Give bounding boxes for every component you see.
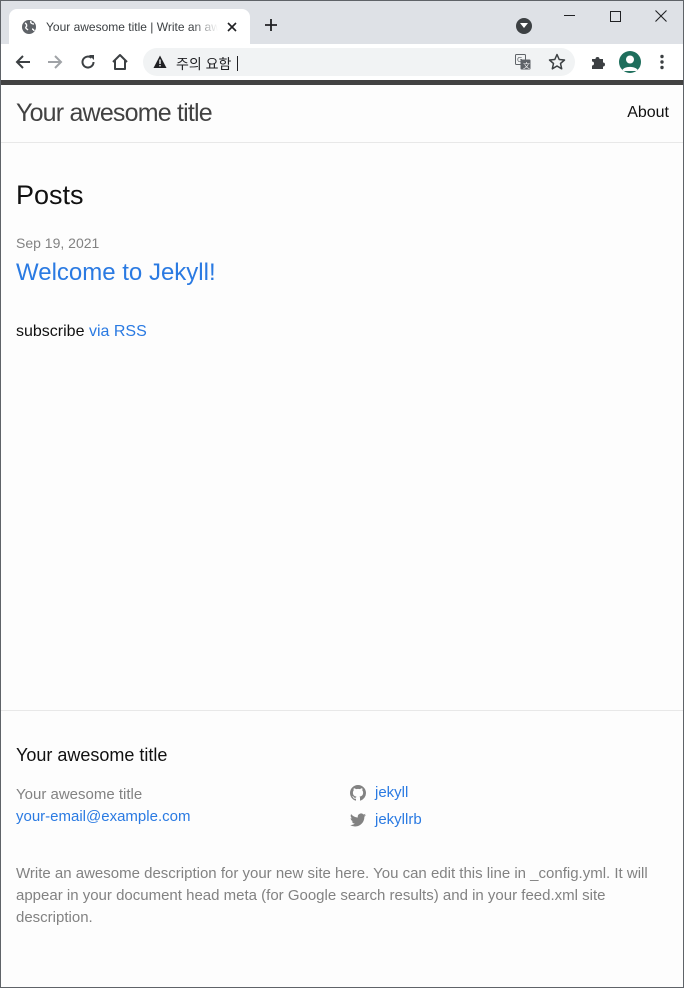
arrow-right-icon[interactable] <box>45 52 65 72</box>
home-icon[interactable] <box>110 52 130 72</box>
puzzle-icon[interactable] <box>588 52 608 72</box>
globe-icon <box>21 19 37 35</box>
maximize-button[interactable] <box>592 5 638 27</box>
svg-text:文: 文 <box>523 61 530 70</box>
star-icon[interactable] <box>548 53 566 71</box>
kebab-menu-icon[interactable] <box>652 52 672 72</box>
social-link-twitter[interactable]: jekyllrb <box>350 811 422 828</box>
rss-link[interactable]: via RSS <box>89 323 147 340</box>
social-label-github[interactable]: jekyll <box>375 784 408 801</box>
browser-window: Your awesome title | Write an awesome de… <box>0 0 684 988</box>
footer-heading: Your awesome title <box>16 745 168 765</box>
tab-strip: Your awesome title | Write an awesome de… <box>1 1 683 44</box>
address-text[interactable]: 주의 요함 <box>176 54 239 74</box>
address-bar[interactable]: 주의 요함 G文 <box>143 48 575 76</box>
svg-text:G: G <box>517 56 522 64</box>
window-close-button[interactable] <box>638 5 683 27</box>
browser-toolbar: 주의 요함 G文 <box>1 44 683 80</box>
reload-icon[interactable] <box>78 52 98 72</box>
browser-tab[interactable]: Your awesome title | Write an awesome de… <box>9 9 250 44</box>
twitter-icon <box>350 812 366 828</box>
arrow-left-icon[interactable] <box>13 52 33 72</box>
site-footer: Your awesome title Your awesome title yo… <box>1 710 683 987</box>
post-title-link[interactable]: Welcome to Jekyll! <box>16 259 216 287</box>
rss-prefix: subscribe <box>16 323 85 340</box>
translate-icon[interactable]: G文 <box>515 54 531 70</box>
chevron-down-icon[interactable] <box>516 18 532 34</box>
plus-icon[interactable] <box>261 15 281 35</box>
nav-about-link[interactable]: About <box>627 104 669 122</box>
social-label-twitter[interactable]: jekyllrb <box>375 811 422 828</box>
footer-description: Write an awesome description for your ne… <box>16 865 648 926</box>
social-link-github[interactable]: jekyll <box>350 784 408 801</box>
github-icon <box>350 784 366 801</box>
rss-subscribe: subscribe via RSS <box>16 323 147 341</box>
site-header: Your awesome title About <box>1 85 683 143</box>
site-title-link[interactable]: Your awesome title <box>16 99 213 128</box>
tab-title: Your awesome title | Write an awesome de… <box>46 19 218 34</box>
footer-email-link[interactable]: your-email@example.com <box>16 808 190 825</box>
close-icon[interactable] <box>224 19 240 35</box>
post-date: Sep 19, 2021 <box>16 235 100 251</box>
page-title: Posts <box>16 180 84 210</box>
footer-name: Your awesome title <box>16 786 143 803</box>
minimize-button[interactable] <box>546 5 592 27</box>
warning-icon[interactable] <box>153 55 167 69</box>
avatar-icon[interactable] <box>619 51 641 73</box>
